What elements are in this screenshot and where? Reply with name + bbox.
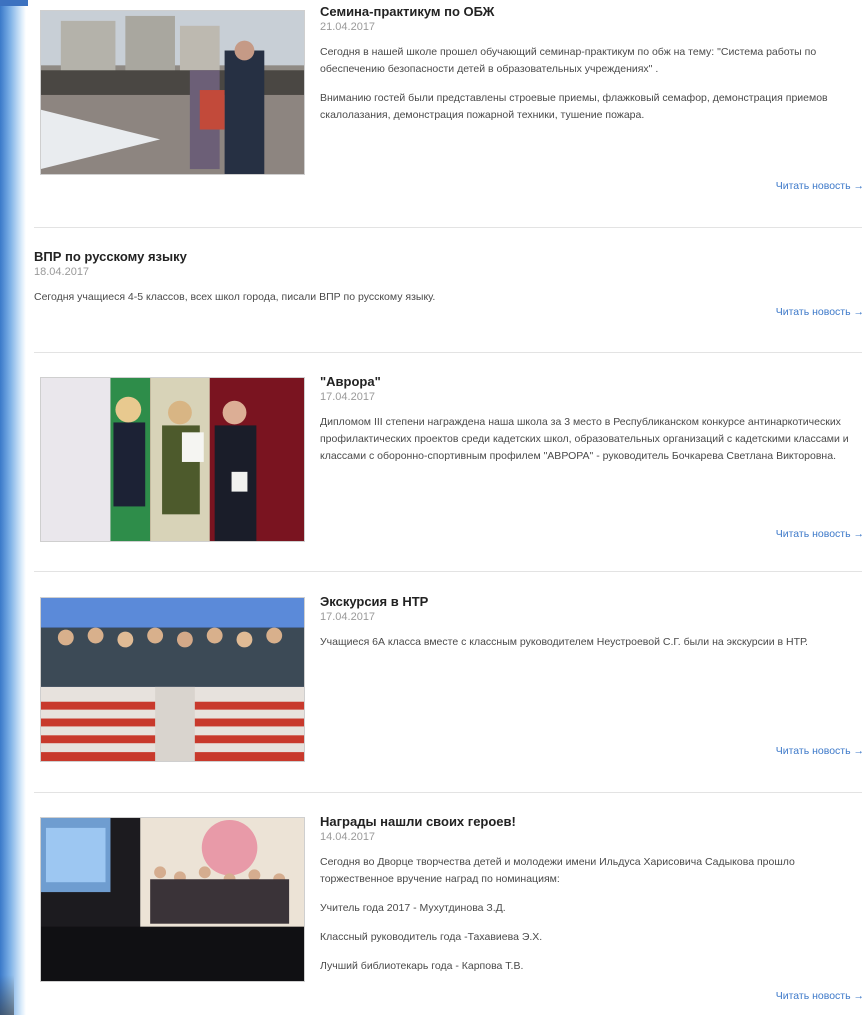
news-item: ВПР по русскому языку 18.04.2017 Сегодня… <box>28 240 867 345</box>
news-item: Награды нашли своих героев! 14.04.2017 С… <box>28 805 867 1015</box>
news-photo[interactable] <box>40 10 305 175</box>
news-item: Семина-практикум по ОБЖ 21.04.2017 Сегод… <box>28 0 867 225</box>
read-more-link[interactable]: Читать новость → <box>776 990 864 1002</box>
divider <box>34 792 862 793</box>
news-body: "Аврора" 17.04.2017 Дипломом III степени… <box>320 374 860 477</box>
read-more-link[interactable]: Читать новость → <box>776 745 864 757</box>
news-body: Экскурсия в НТР 17.04.2017 Учащиеся 6А к… <box>320 594 860 663</box>
news-paragraph: Классный руководитель года -Тахавиева Э.… <box>320 931 543 943</box>
news-paragraph: Сегодня во Дворце творчества детей и мол… <box>320 856 795 885</box>
news-body: Семина-практикум по ОБЖ 21.04.2017 Сегод… <box>320 4 860 136</box>
news-text: Сегодня учащиеся 4-5 классов, всех школ … <box>34 289 860 306</box>
news-title[interactable]: Экскурсия в НТР <box>320 594 860 610</box>
news-item: Экскурсия в НТР 17.04.2017 Учащиеся 6А к… <box>28 585 867 785</box>
news-text: Учащиеся 6А класса вместе с классным рук… <box>320 634 860 651</box>
news-item: "Аврора" 17.04.2017 Дипломом III степени… <box>28 365 867 565</box>
news-text: Дипломом III степени награждена наша шко… <box>320 414 860 465</box>
news-title[interactable]: "Аврора" <box>320 374 860 390</box>
news-text: Сегодня в нашей школе прошел обучающий с… <box>320 44 860 124</box>
news-paragraph: Учитель года 2017 - Мухутдинова З.Д. <box>320 902 506 914</box>
news-paragraph: Дипломом III степени награждена наша шко… <box>320 416 849 462</box>
news-body: ВПР по русскому языку 18.04.2017 Сегодня… <box>34 249 860 318</box>
edge-shadow <box>0 975 14 1015</box>
divider <box>34 571 862 572</box>
news-photo[interactable] <box>40 377 305 542</box>
news-title[interactable]: Семина-практикум по ОБЖ <box>320 4 860 20</box>
read-more-link[interactable]: Читать новость → <box>776 180 864 192</box>
news-date: 17.04.2017 <box>320 611 376 623</box>
news-list: Семина-практикум по ОБЖ 21.04.2017 Сегод… <box>28 0 867 1015</box>
news-title[interactable]: Награды нашли своих героев! <box>320 814 860 830</box>
news-date: 17.04.2017 <box>320 391 376 403</box>
news-photo[interactable] <box>40 817 305 982</box>
news-paragraph: Сегодня учащиеся 4-5 классов, всех школ … <box>34 291 436 303</box>
news-paragraph: Лучший библиотекарь года - Карпова Т.В. <box>320 960 524 972</box>
news-date: 18.04.2017 <box>34 266 90 278</box>
news-date: 14.04.2017 <box>320 831 376 843</box>
read-more-link[interactable]: Читать новость → <box>776 306 864 318</box>
divider <box>34 227 862 228</box>
news-photo[interactable] <box>40 597 305 762</box>
news-paragraph: Сегодня в нашей школе прошел обучающий с… <box>320 46 817 75</box>
news-text: Сегодня во Дворце творчества детей и мол… <box>320 854 860 975</box>
news-body: Награды нашли своих героев! 14.04.2017 С… <box>320 814 860 987</box>
read-more-link[interactable]: Читать новость → <box>776 528 864 540</box>
news-paragraph: Вниманию гостей были представлены строев… <box>320 92 828 121</box>
news-title[interactable]: ВПР по русскому языку <box>34 249 860 265</box>
divider <box>34 352 862 353</box>
news-date: 21.04.2017 <box>320 21 376 33</box>
news-paragraph: Учащиеся 6А класса вместе с классным рук… <box>320 636 808 648</box>
